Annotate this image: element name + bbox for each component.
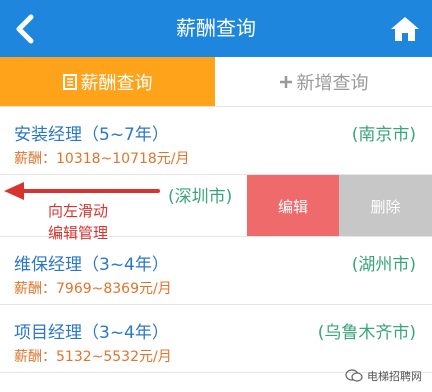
delete-button[interactable]: 删除 xyxy=(339,175,432,236)
list-item[interactable]: 安装经理（5~7年） (南京市) 薪酬：10318~10718元/月 xyxy=(0,107,432,175)
job-title: 维保经理（3~4年） xyxy=(14,255,169,275)
list-item-swiped[interactable]: (深圳市) 编辑 删除 xyxy=(0,175,432,237)
tab-new-query[interactable]: 新增查询 xyxy=(215,57,432,106)
job-title: 项目经理（3~4年） xyxy=(14,323,169,343)
tab-label: 新增查询 xyxy=(296,72,369,94)
job-city: (深圳市) xyxy=(168,187,233,207)
tab-bar: 薪酬查询 新增查询 xyxy=(0,57,432,107)
tab-label: 薪酬查询 xyxy=(80,72,153,94)
job-city: (湖州市) xyxy=(351,255,416,275)
watermark-text: 电梯招聘网 xyxy=(367,370,422,383)
edit-button[interactable]: 编辑 xyxy=(247,175,339,236)
watermark: 电梯招聘网 xyxy=(345,368,422,384)
wechat-icon xyxy=(345,369,363,382)
app-header: 薪酬查询 xyxy=(0,0,432,57)
job-salary: 薪酬：10318~10718元/月 xyxy=(14,151,190,167)
swipe-actions: 编辑 删除 xyxy=(247,175,432,236)
document-icon xyxy=(62,73,77,90)
salary-list: 安装经理（5~7年） (南京市) 薪酬：10318~10718元/月 (深圳市)… xyxy=(0,107,432,373)
page-title: 薪酬查询 xyxy=(176,16,256,40)
job-city: (乌鲁木齐市) xyxy=(317,323,416,343)
tab-salary-query[interactable]: 薪酬查询 xyxy=(0,57,215,106)
job-salary: 薪酬：5132~5532元/月 xyxy=(14,349,172,365)
job-city: (南京市) xyxy=(351,125,416,145)
list-item[interactable]: 项目经理（3~4年） (乌鲁木齐市) 薪酬：5132~5532元/月 xyxy=(0,305,432,373)
job-salary: 薪酬：7969~8369元/月 xyxy=(14,281,172,297)
plus-icon xyxy=(279,75,293,89)
home-button[interactable] xyxy=(388,13,422,45)
list-item[interactable]: 维保经理（3~4年） (湖州市) 薪酬：7969~8369元/月 xyxy=(0,237,432,305)
home-icon xyxy=(391,17,419,41)
job-title: 安装经理（5~7年） xyxy=(14,125,169,145)
